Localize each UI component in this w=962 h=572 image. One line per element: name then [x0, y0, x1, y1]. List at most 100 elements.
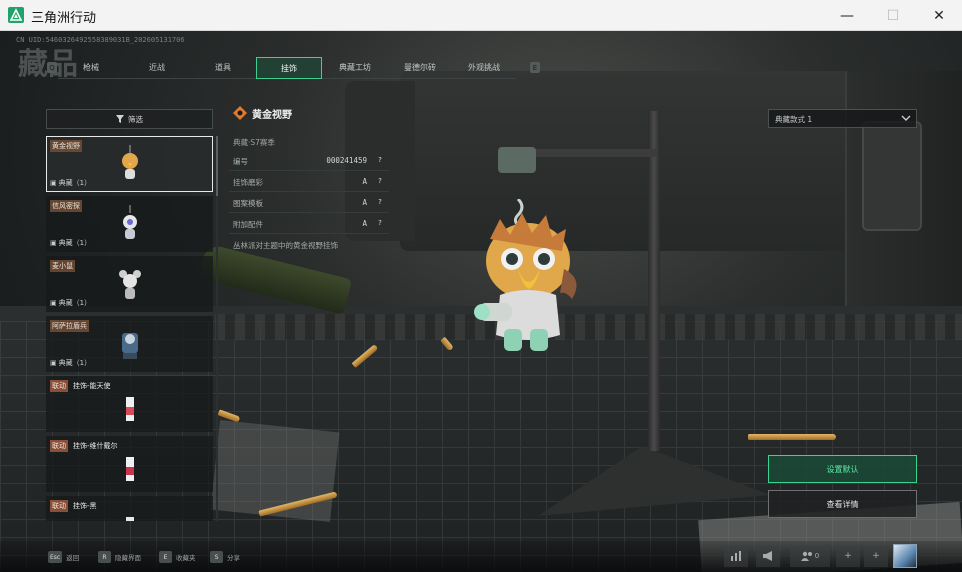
- image-icon: ▣: [50, 299, 57, 307]
- list-item[interactable]: 联动 挂饰-能天使: [46, 376, 213, 432]
- attr-label: 挂饰磨彩: [233, 178, 263, 187]
- filter-button[interactable]: 筛选: [46, 109, 213, 129]
- item-name: 挂饰-维什戴尔: [73, 442, 118, 450]
- attr-row-serial: 编号 000241459 ?: [229, 151, 389, 171]
- list-item[interactable]: 麦小鼠 ▣ 典藏（1）: [46, 256, 213, 312]
- friends-button[interactable]: 0: [790, 545, 830, 567]
- attr-label: 图案模板: [233, 199, 263, 208]
- app-window: 三角洲行动 — ☐ ✕ CN UID:5460326492558389031B_…: [0, 0, 962, 572]
- item-name: 挂饰-黑: [73, 502, 97, 510]
- tab-collection-workshop[interactable]: 典藏工坊: [322, 57, 388, 79]
- window-title: 三角洲行动: [31, 11, 97, 26]
- style-dropdown[interactable]: 典藏款式 1: [768, 109, 917, 128]
- attr-value: A: [362, 177, 367, 186]
- charm-thumbnail: [122, 333, 138, 359]
- avatar[interactable]: [893, 544, 917, 568]
- key-s: S: [210, 551, 223, 563]
- minimize-button[interactable]: —: [824, 0, 870, 31]
- key-r: R: [98, 551, 111, 563]
- tab-appearance-challenge[interactable]: 外观挑战: [452, 57, 516, 79]
- list-scrollbar-thumb[interactable]: [216, 136, 218, 196]
- background-bullet: [748, 434, 836, 440]
- bar-chart-icon: [731, 551, 741, 561]
- item-collection-tag: ▣ 典藏（1）: [50, 239, 92, 247]
- hint-back[interactable]: Esc 返回: [48, 551, 79, 563]
- display-stand-pole: [648, 111, 660, 451]
- filter-label: 筛选: [128, 114, 143, 124]
- attr-label: 编号: [233, 157, 248, 166]
- charm-thumbnail: [126, 397, 134, 421]
- item-collection-tag: ▣ 典藏（1）: [50, 299, 92, 307]
- background-bottle: [197, 243, 353, 315]
- list-item[interactable]: 联动 挂饰-维什戴尔: [46, 436, 213, 492]
- help-icon[interactable]: ?: [375, 155, 385, 165]
- item-name: 阿萨拉盾兵: [50, 320, 89, 332]
- tab-mandel-brick[interactable]: 曼德尔砖: [388, 57, 452, 79]
- tab-bar: 枪械 近战 道具 挂饰 典藏工坊 曼德尔砖 外观挑战: [58, 57, 516, 79]
- add-button-1[interactable]: +: [836, 545, 860, 567]
- tab-prev-key[interactable]: Q: [47, 62, 57, 73]
- item-name: 麦小鼠: [50, 260, 75, 272]
- charm-model[interactable]: [470, 199, 590, 364]
- collab-badge: 联动: [50, 500, 68, 512]
- image-icon: ▣: [50, 359, 57, 367]
- hint-share[interactable]: S 分享: [210, 551, 240, 563]
- attr-value: A: [362, 219, 367, 228]
- add-button-2[interactable]: +: [864, 545, 888, 567]
- stats-button[interactable]: [724, 545, 748, 567]
- game-viewport: 藏品 CN UID:5460326492558389031B_202605131…: [0, 31, 962, 572]
- tab-charms[interactable]: 挂饰: [256, 57, 322, 79]
- charm-thumbnail: [126, 457, 134, 481]
- image-icon: ▣: [50, 179, 57, 187]
- charm-thumbnail: [122, 145, 138, 179]
- attr-row-finish: 挂饰磨彩 A ?: [229, 172, 389, 192]
- detail-title: 黄金视野: [252, 110, 292, 121]
- attr-row-accessory: 附加配件 A ?: [229, 214, 389, 234]
- detail-description: 丛林派对主题中的黄金视野挂饰: [233, 241, 338, 250]
- chevron-down-icon: [901, 115, 911, 121]
- rarity-diamond-icon: [233, 106, 247, 120]
- charm-list: 黄金视野 ▣ 典藏（1） 信风密探 ▣ 典藏（1） 麦小鼠 ▣ 典藏（1） 阿萨…: [46, 136, 213, 521]
- maximize-button[interactable]: ☐: [870, 0, 916, 31]
- filter-icon: [116, 115, 124, 123]
- attr-value: 000241459: [326, 156, 367, 165]
- charm-thumbnail: [126, 517, 134, 521]
- attr-row-pattern: 图案模板 A ?: [229, 193, 389, 213]
- attr-label: 附加配件: [233, 220, 263, 229]
- view-detail-button[interactable]: 查看详情: [768, 490, 917, 518]
- tab-firearms[interactable]: 枪械: [58, 57, 124, 79]
- key-esc: Esc: [48, 551, 63, 563]
- display-stand-clip: [498, 147, 536, 173]
- hint-favorites[interactable]: E 收藏夹: [159, 551, 196, 563]
- item-name: 挂饰-能天使: [73, 382, 111, 390]
- title-bar: 三角洲行动 — ☐ ✕: [0, 0, 962, 31]
- style-dropdown-value: 典藏款式 1: [775, 115, 813, 124]
- megaphone-icon: [763, 551, 772, 561]
- detail-season: 典藏·S7赛季: [233, 138, 275, 147]
- tab-next-key[interactable]: E: [530, 62, 540, 73]
- list-item[interactable]: 信风密探 ▣ 典藏（1）: [46, 196, 213, 252]
- help-icon[interactable]: ?: [375, 197, 385, 207]
- hint-hide-ui[interactable]: R 隐藏界面: [98, 551, 141, 563]
- list-item[interactable]: 黄金视野 ▣ 典藏（1）: [46, 136, 213, 192]
- help-icon[interactable]: ?: [375, 176, 385, 186]
- list-item[interactable]: 阿萨拉盾兵 ▣ 典藏（1）: [46, 316, 213, 372]
- collab-badge: 联动: [50, 380, 68, 392]
- display-stand-arm: [523, 149, 657, 157]
- charm-thumbnail: [123, 205, 137, 239]
- collab-badge: 联动: [50, 440, 68, 452]
- friends-count: 0: [814, 552, 820, 560]
- background-case-latch: [862, 121, 922, 231]
- item-name: 黄金视野: [50, 140, 82, 152]
- help-icon[interactable]: ?: [375, 218, 385, 228]
- close-button[interactable]: ✕: [916, 0, 962, 31]
- tab-items[interactable]: 道具: [190, 57, 256, 79]
- megaphone-button[interactable]: [756, 545, 780, 567]
- list-item[interactable]: 联动 挂饰-黑: [46, 496, 213, 521]
- item-name: 信风密探: [50, 200, 82, 212]
- plus-icon: +: [844, 551, 852, 561]
- tab-melee[interactable]: 近战: [124, 57, 190, 79]
- key-e: E: [159, 551, 172, 563]
- app-logo-icon: [8, 7, 24, 23]
- set-default-button[interactable]: 设置默认: [768, 455, 917, 483]
